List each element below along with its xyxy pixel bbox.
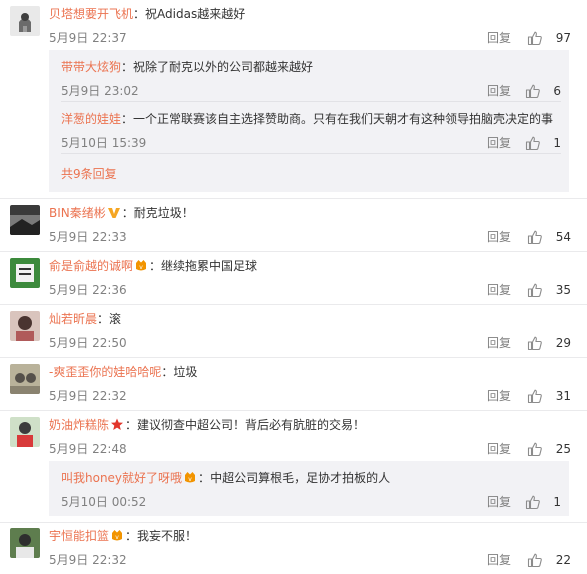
username-link[interactable]: 俞是俞越的诚啊 xyxy=(49,259,133,273)
thumbs-up-icon xyxy=(527,553,542,568)
sub-replies-panel: 带带大炫狗：祝除了耐克以外的公司都越来越好 5月9日 23:02 回复 6 洋葱… xyxy=(49,50,569,192)
comment-text: 继续拖累中国足球 xyxy=(161,259,258,273)
comment-text: 建议彻查中超公司！背后必有肮脏的交易！ xyxy=(137,418,366,432)
reply-button[interactable]: 回复 xyxy=(487,282,511,298)
vip-icon: v xyxy=(185,472,196,483)
thumbs-up-icon xyxy=(527,442,542,457)
avatar[interactable] xyxy=(10,205,40,235)
username-link[interactable]: BIN秦绪彬 xyxy=(49,206,106,220)
svg-text:v: v xyxy=(188,476,192,483)
divider xyxy=(0,304,587,305)
comment-text: 垃圾 xyxy=(173,365,198,379)
divider xyxy=(0,522,587,523)
username-link[interactable]: 叫我honey就好了呀哦 xyxy=(61,471,182,485)
thumbs-up-icon xyxy=(527,336,542,351)
like-count: 29 xyxy=(555,336,571,350)
comment-time: 5月9日 22:36 xyxy=(49,283,127,297)
comment-text: 一个正常联赛该自主选择赞助商。只有在我们天朝才有这种领导拍脑壳决定的事 xyxy=(133,112,554,126)
comment-time: 5月9日 22:33 xyxy=(49,230,127,244)
avatar[interactable] xyxy=(10,364,40,394)
reply-button[interactable]: 回复 xyxy=(487,552,511,568)
like-count: 97 xyxy=(555,31,571,45)
sub-replies-panel: 叫我honey就好了呀哦 v ：中超公司算根毛，足协才拍板的人 5月10日 00:5… xyxy=(49,461,569,516)
username-link[interactable]: 奶油炸糕陈 xyxy=(49,418,109,432)
comment-time: 5月9日 22:32 xyxy=(49,389,127,403)
like-count: 35 xyxy=(555,283,571,297)
comment-text: 祝Adidas越来越好 xyxy=(145,7,246,21)
comment-time: 5月9日 23:02 xyxy=(61,84,139,98)
thumbs-up-icon xyxy=(527,230,542,245)
comment-time: 5月10日 00:52 xyxy=(61,495,147,509)
avatar[interactable] xyxy=(10,528,40,558)
comment-text: 滚 xyxy=(109,312,122,326)
comment-time: 5月9日 22:48 xyxy=(49,442,127,456)
comment-text: 祝除了耐克以外的公司都越来越好 xyxy=(133,60,314,74)
svg-text:v: v xyxy=(139,264,143,271)
like-count: 1 xyxy=(553,136,561,150)
divider xyxy=(0,198,587,199)
reply-button[interactable]: 回复 xyxy=(487,388,511,404)
like-count: 6 xyxy=(553,84,561,98)
reply-button[interactable]: 回复 xyxy=(487,335,511,351)
avatar[interactable] xyxy=(10,417,40,447)
reply-button[interactable]: 回复 xyxy=(487,83,511,99)
username-link[interactable]: 带带大炫狗 xyxy=(61,60,121,74)
v-icon xyxy=(107,208,120,218)
star-icon xyxy=(111,418,124,430)
thumbs-up-icon xyxy=(527,31,542,46)
comment-time: 5月10日 15:39 xyxy=(61,136,147,150)
like-count: 25 xyxy=(555,442,571,456)
avatar[interactable] xyxy=(10,258,40,288)
thumbs-up-icon xyxy=(525,84,540,99)
reply-button[interactable]: 回复 xyxy=(487,441,511,457)
reply-button[interactable]: 回复 xyxy=(487,229,511,245)
reply-button[interactable]: 回复 xyxy=(487,30,511,46)
like-count: 22 xyxy=(555,553,571,567)
like-count: 31 xyxy=(555,389,571,403)
avatar[interactable] xyxy=(10,311,40,341)
username-link[interactable]: 贝塔想要开飞机 xyxy=(49,7,133,21)
avatar[interactable] xyxy=(10,6,40,36)
comment-text: 我妄不服！ xyxy=(137,529,198,543)
username-link[interactable]: -爽歪歪你的娃哈哈呢 xyxy=(49,365,161,379)
like-count: 1 xyxy=(553,495,561,509)
divider xyxy=(0,410,587,411)
more-replies-link[interactable]: 共9条回复 xyxy=(61,166,117,182)
vip-icon: v xyxy=(112,530,123,541)
comment-time: 5月9日 22:37 xyxy=(49,31,127,45)
comment-time: 5月9日 22:50 xyxy=(49,336,127,350)
divider xyxy=(0,357,587,358)
username-link[interactable]: 灿若昕晨 xyxy=(49,312,97,326)
comment-text: 中超公司算根毛，足协才拍板的人 xyxy=(210,471,391,485)
username-link[interactable]: 宇恒能扣篮 xyxy=(49,529,109,543)
reply-button[interactable]: 回复 xyxy=(487,135,511,151)
thumbs-up-icon xyxy=(525,495,540,510)
like-count: 54 xyxy=(555,230,571,244)
reply-button[interactable]: 回复 xyxy=(487,494,511,510)
divider xyxy=(0,251,587,252)
comment-text: 耐克垃圾！ xyxy=(133,206,194,220)
svg-text:v: v xyxy=(115,534,119,541)
thumbs-up-icon xyxy=(527,283,542,298)
thumbs-up-icon xyxy=(527,389,542,404)
username-link[interactable]: 洋葱的娃娃 xyxy=(61,112,121,126)
divider xyxy=(61,101,561,102)
vip-icon: v xyxy=(136,260,147,271)
thumbs-up-icon xyxy=(525,136,540,151)
comment-time: 5月9日 22:32 xyxy=(49,553,127,567)
divider xyxy=(61,153,561,154)
